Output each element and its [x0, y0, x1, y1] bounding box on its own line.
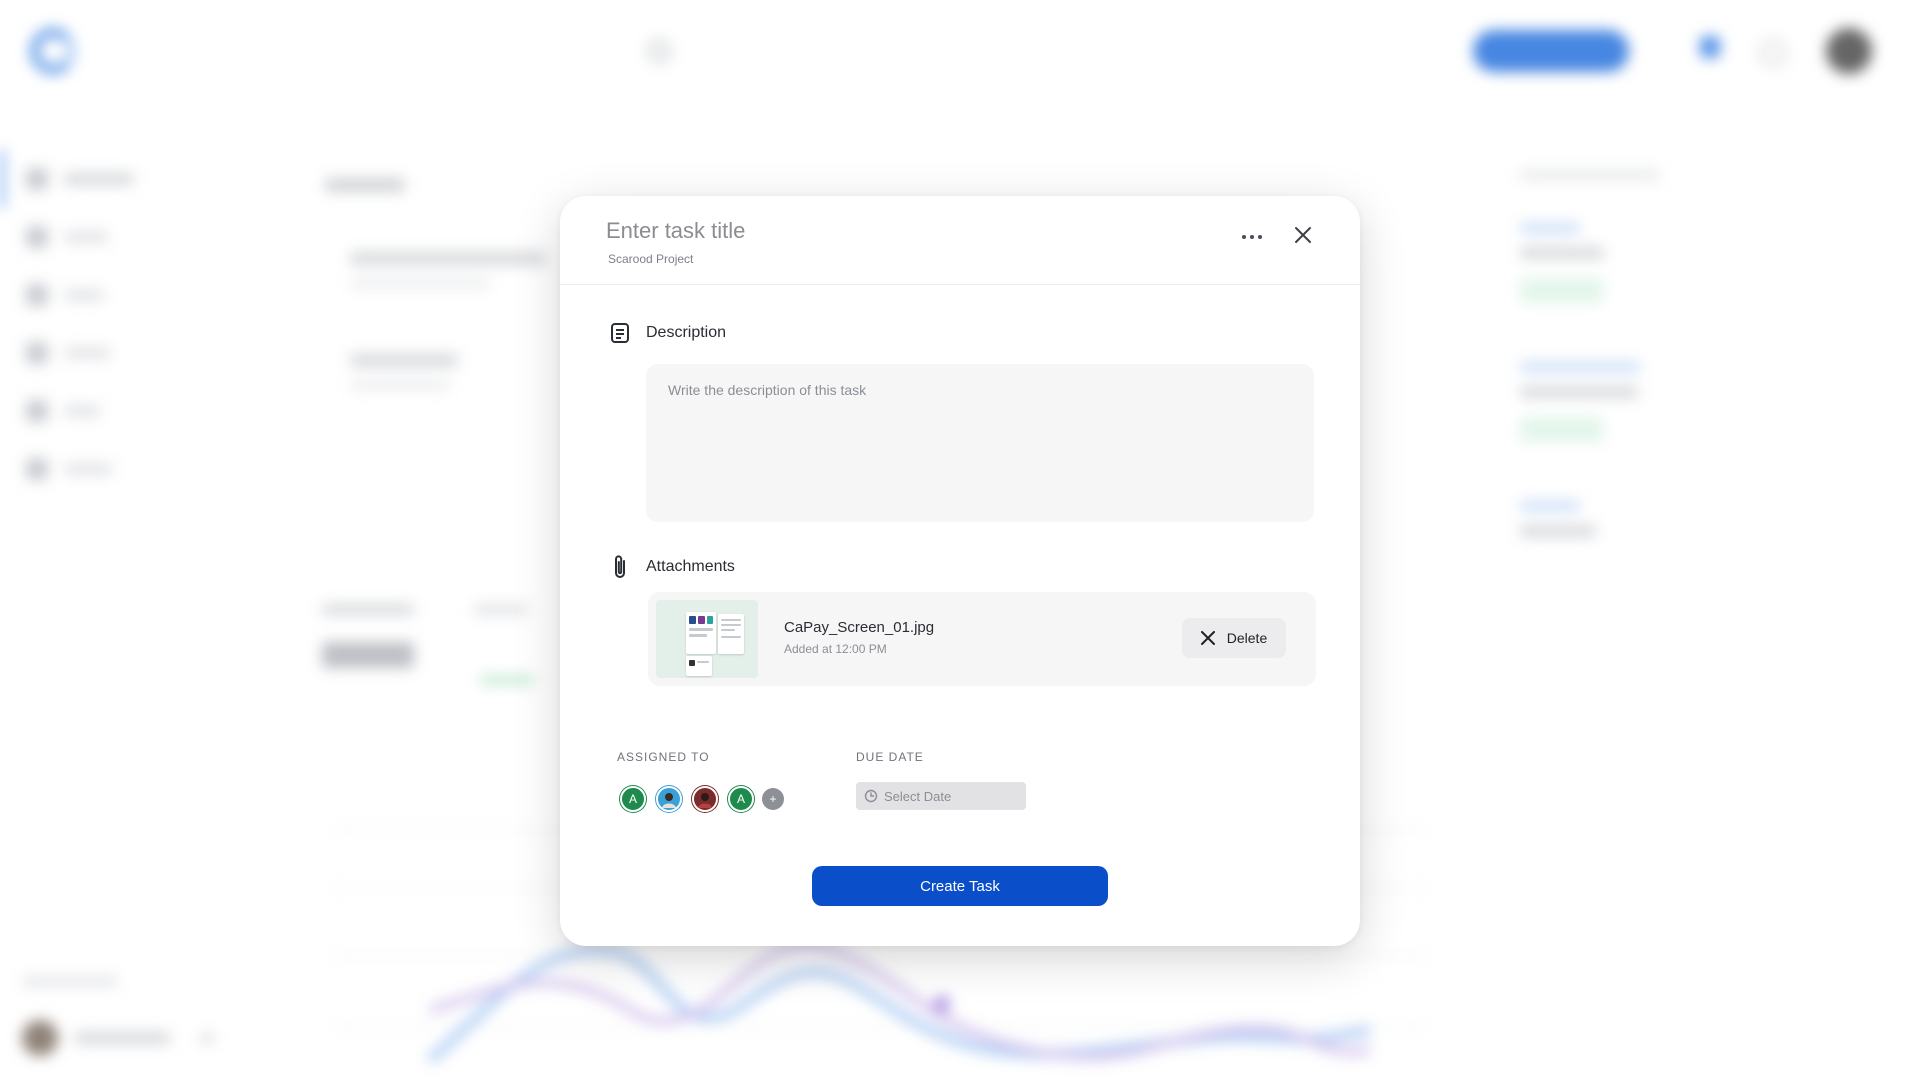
description-label: Description [646, 324, 727, 341]
close-button[interactable] [1288, 220, 1318, 250]
more-options-button[interactable] [1234, 224, 1270, 250]
delete-attachment-button[interactable]: Delete [1182, 618, 1286, 658]
due-date-picker[interactable]: Select Date [856, 782, 1026, 810]
modal-header: Scarood Project [560, 196, 1360, 285]
project-name: Scarood Project [608, 252, 694, 266]
attachment-added-time: Added at 12:00 PM [784, 642, 887, 656]
assigned-to-label: ASSIGNED TO [617, 750, 710, 764]
assignee-list: A A + [620, 786, 784, 812]
task-title-input[interactable] [606, 214, 1166, 248]
add-assignee-button[interactable]: + [762, 788, 784, 810]
assignee-avatar[interactable] [656, 786, 682, 812]
more-horizontal-icon [1240, 235, 1264, 239]
paperclip-icon [615, 555, 625, 578]
due-date-placeholder: Select Date [884, 788, 952, 804]
attachment-file-name[interactable]: CaPay_Screen_01.jpg [784, 619, 934, 636]
attachment-item: CaPay_Screen_01.jpg Added at 12:00 PM De… [648, 592, 1316, 686]
close-icon [1200, 631, 1215, 645]
create-task-button[interactable]: Create Task [812, 866, 1108, 906]
assignee-avatar[interactable]: A [728, 786, 754, 812]
description-textarea[interactable] [646, 364, 1314, 522]
delete-label: Delete [1226, 630, 1268, 646]
person-photo-icon [662, 793, 676, 808]
document-icon [611, 323, 629, 343]
description-header: Description [610, 322, 726, 344]
assignee-avatar[interactable] [692, 786, 718, 812]
create-task-modal: Scarood Project Description Attachments [560, 196, 1360, 946]
attachments-label: Attachments [646, 558, 735, 575]
attachment-thumbnail[interactable] [656, 600, 758, 678]
clock-icon [864, 789, 878, 803]
person-photo-icon [698, 793, 712, 808]
close-icon [1295, 227, 1311, 243]
assignee-avatar[interactable]: A [620, 786, 646, 812]
due-date-label: DUE DATE [856, 750, 924, 764]
attachments-header: Attachments [610, 554, 735, 580]
